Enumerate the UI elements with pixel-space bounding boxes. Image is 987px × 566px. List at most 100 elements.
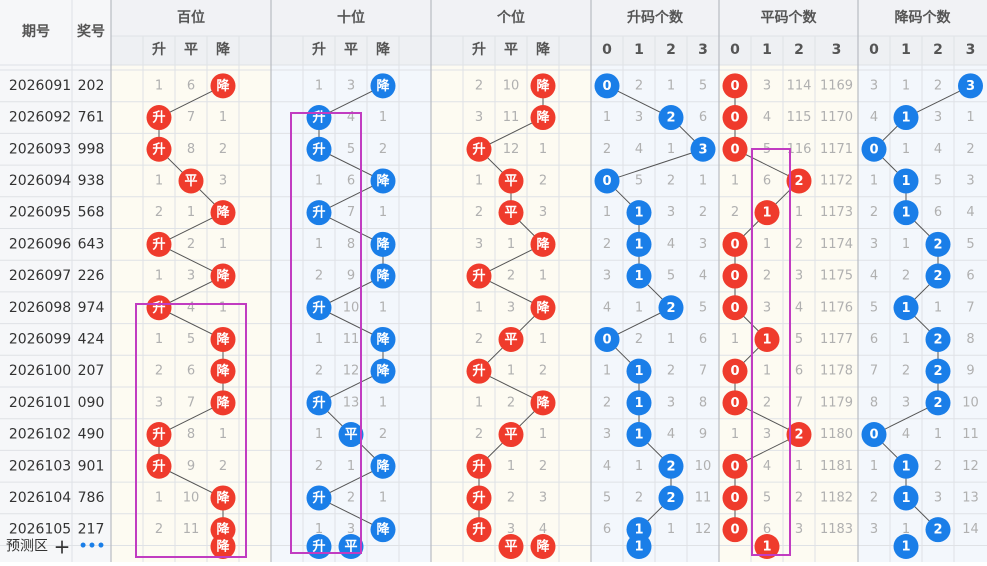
up-count-ball-label: 3: [698, 142, 707, 157]
row-period: 2026100: [9, 363, 71, 379]
miss-value: 4: [902, 427, 910, 442]
count-subheader: 3: [698, 42, 708, 58]
miss-value: 1: [539, 427, 547, 442]
row-period: 2026091: [9, 78, 71, 94]
miss-value: 3: [667, 395, 675, 410]
miss-value: 5: [603, 490, 611, 505]
miss-value: 1: [731, 173, 739, 188]
miss-value: 4: [603, 300, 611, 315]
miss-value: 2: [379, 427, 387, 442]
up-count-ball-label: 2: [666, 491, 675, 506]
miss-value: 1: [475, 300, 483, 315]
miss-value: 4: [699, 269, 707, 284]
down-count-ball-label: 1: [901, 111, 910, 126]
down-count-ball-label: 3: [966, 79, 975, 94]
miss-value: 3: [667, 205, 675, 220]
trend-ball-label: 降: [376, 236, 390, 252]
flat-count-ball-label: 0: [730, 459, 739, 474]
miss-value: 1: [603, 205, 611, 220]
miss-value: 4: [934, 142, 942, 157]
miss-value: 1: [155, 490, 163, 505]
miss-value: 1: [379, 395, 387, 410]
header-top-row: [111, 0, 987, 36]
miss-value: 1: [475, 173, 483, 188]
miss-value: 7: [795, 395, 803, 410]
more-icon[interactable]: •••: [79, 539, 106, 555]
miss-value: 5: [870, 300, 878, 315]
miss-value: 2: [795, 490, 803, 505]
up-count-ball-label: 2: [666, 301, 675, 316]
row-period: 2026093: [9, 141, 71, 157]
miss-value: 3: [795, 522, 803, 537]
miss-value: 2: [539, 364, 547, 379]
miss-value: 2: [155, 364, 163, 379]
miss-value: 4: [870, 269, 878, 284]
miss-value: 7: [347, 205, 355, 220]
trend-subheader: 升: [312, 41, 326, 58]
miss-value: 13: [962, 490, 979, 505]
add-icon[interactable]: +: [54, 535, 71, 559]
miss-value: 8: [699, 395, 707, 410]
miss-value: 1: [315, 173, 323, 188]
trend-ball-label: 降: [216, 331, 230, 347]
miss-value: 1: [507, 364, 515, 379]
row-period: 2026095: [9, 205, 71, 221]
miss-value: 7: [870, 364, 878, 379]
miss-value: 3: [934, 490, 942, 505]
prediction-ball-label: 降: [536, 539, 550, 555]
trend-ball-label: 平: [504, 332, 517, 347]
up-count-ball-label: 2: [666, 459, 675, 474]
miss-value: 9: [966, 364, 974, 379]
trend-ball-label: 升: [312, 205, 325, 221]
miss-value: 4: [603, 459, 611, 474]
row-period: 2026104: [9, 490, 71, 506]
count-subheader: 3: [966, 42, 976, 58]
row-period: 2026099: [9, 331, 71, 347]
down-count-ball-label: 2: [933, 237, 942, 252]
miss-value: 1: [763, 237, 771, 252]
miss-value: 1: [795, 459, 803, 474]
up-count-ball-label: 0: [602, 174, 611, 189]
miss-value: 11: [343, 332, 360, 347]
miss-value: 2: [902, 364, 910, 379]
miss-value: 1178: [820, 364, 853, 379]
trend-ball-label: 升: [472, 268, 485, 284]
flat-count-ball-label: 0: [730, 301, 739, 316]
miss-value: 2: [795, 237, 803, 252]
count-subheader: 0: [869, 42, 879, 58]
miss-value: 6: [795, 364, 803, 379]
flat-count-ball-label: 2: [794, 428, 803, 443]
miss-value: 11: [503, 110, 520, 125]
trend-chart: 期号 奖号 百位 十位 个位 升码个数 平码个数 降码个数升平降升平降升平降 0 1 2 3 0 1 2 3 0…: [0, 0, 987, 562]
trend-ball-label: 升: [152, 110, 165, 126]
miss-value: 14: [962, 522, 979, 537]
miss-value: 3: [966, 173, 974, 188]
up-count-ball-label: 1: [634, 269, 643, 284]
trend-subheader: 平: [344, 42, 358, 58]
miss-value: 1: [902, 78, 910, 93]
trend-ball-label: 升: [472, 522, 485, 538]
trend-table-svg: 期号 奖号百位 十位 个位 升码个数 平码个数 降码个数升平降升平降升平降 0 1 2 3 0 1 2 3 0…: [0, 0, 987, 562]
down-count-ball-label: 1: [901, 174, 910, 189]
miss-value: 5: [699, 78, 707, 93]
miss-value: 4: [870, 110, 878, 125]
miss-value: 6: [347, 173, 355, 188]
miss-value: 1: [507, 459, 515, 474]
miss-value: 2: [507, 490, 515, 505]
miss-value: 2: [635, 78, 643, 93]
trend-ball-label: 降: [376, 363, 390, 379]
trend-ball-label: 升: [472, 458, 485, 474]
miss-value: 1180: [820, 427, 853, 442]
count-subheader: 1: [762, 42, 772, 58]
trend-ball-label: 降: [376, 78, 390, 94]
trend-ball-label: 升: [472, 141, 485, 157]
miss-value: 1174: [820, 237, 853, 252]
miss-value: 1173: [820, 205, 853, 220]
miss-value: 4: [187, 300, 195, 315]
miss-value: 4: [539, 522, 547, 537]
row-period: 2026102: [9, 427, 71, 443]
flat-count-ball-label: 0: [730, 269, 739, 284]
miss-value: 4: [966, 205, 974, 220]
miss-value: 2: [155, 522, 163, 537]
miss-value: 3: [347, 522, 355, 537]
